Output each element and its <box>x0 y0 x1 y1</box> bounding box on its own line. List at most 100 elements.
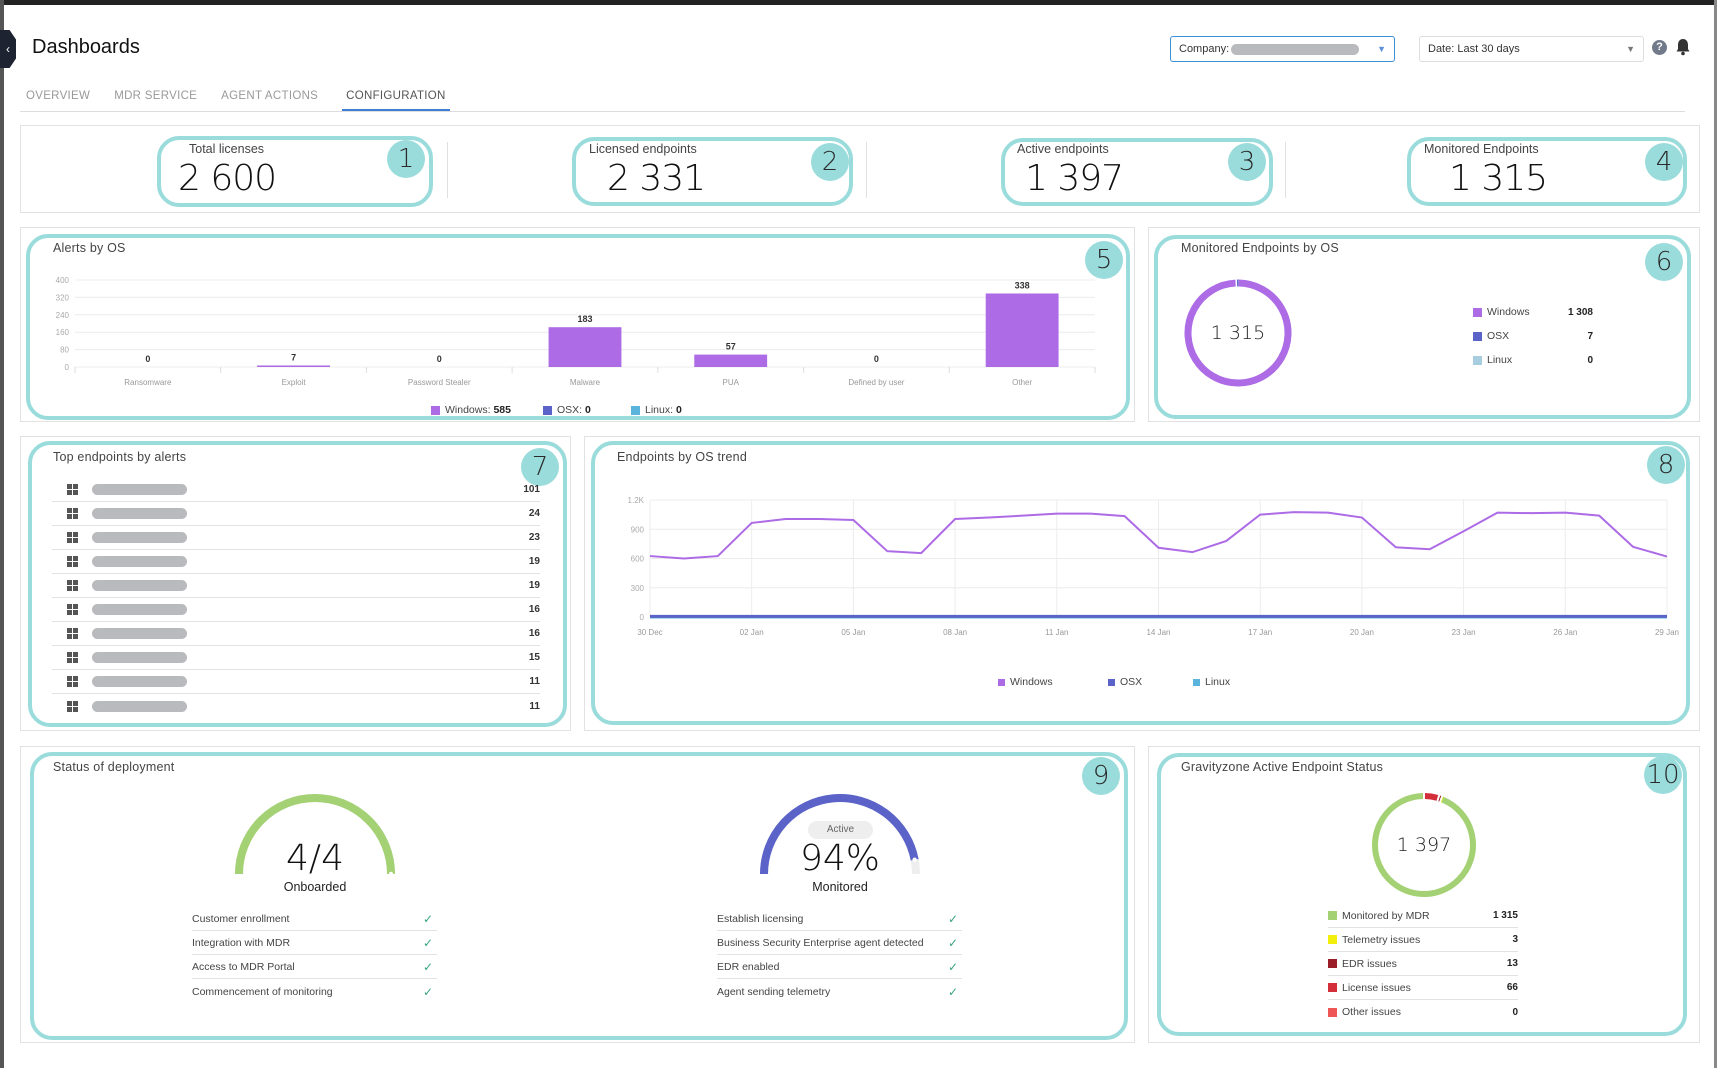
os-trend-title: Endpoints by OS trend <box>617 450 747 464</box>
help-icon[interactable]: ? <box>1652 40 1667 55</box>
endpoint-row[interactable]: 16 <box>52 598 540 622</box>
legend-value: 0 <box>585 404 591 416</box>
windows-icon-pane <box>67 604 72 609</box>
check-icon: ✓ <box>422 936 433 950</box>
windows-icon <box>67 556 78 567</box>
x-tick-label: 26 Jan <box>1553 628 1577 637</box>
legend-value: 1 315 <box>1492 910 1518 921</box>
endpoint-name-redacted[interactable] <box>92 508 187 519</box>
monitored-by-os-title: Monitored Endpoints by OS <box>1181 241 1339 255</box>
legend-value: 0 <box>675 404 682 416</box>
data-label: 0 <box>437 354 442 364</box>
windows-icon-pane <box>73 652 78 657</box>
legend-swatch <box>998 678 1005 686</box>
checklist-item: Access to MDR Portal ✓ <box>192 956 437 979</box>
kpi-value: 2 600 <box>178 158 277 199</box>
endpoint-name-redacted[interactable] <box>92 676 187 687</box>
endpoint-alert-count: 16 <box>528 628 540 639</box>
company-value-redacted <box>1231 43 1360 55</box>
endpoint-name-redacted[interactable] <box>92 652 187 663</box>
endpoint-row[interactable]: 24 <box>52 502 540 526</box>
check-icon: ✓ <box>422 960 433 974</box>
tab-overview[interactable]: OVERVIEW <box>26 86 90 111</box>
annotation-badge: 6 <box>1645 243 1683 281</box>
checklist-label: Agent sending telemetry <box>717 985 831 998</box>
x-tick-label: 29 Jan <box>1655 628 1679 637</box>
annotation-badge: 2 <box>811 143 849 181</box>
alerts-legend-osx: OSX: 0 <box>543 404 591 416</box>
checklist-item: Integration with MDR ✓ <box>192 932 437 955</box>
check-icon: ✓ <box>947 984 958 999</box>
data-label: 0 <box>145 354 150 364</box>
windows-icon-pane <box>73 484 78 489</box>
endpoint-row[interactable]: 101 <box>52 478 540 502</box>
endpoint-alert-count: 101 <box>523 484 540 495</box>
endpoint-row[interactable]: 11 <box>52 694 540 718</box>
endpoint-name-redacted[interactable] <box>92 556 187 567</box>
chevron-down-icon: ▼ <box>1377 44 1386 54</box>
legend-label: OSX: <box>557 404 583 416</box>
bell-icon[interactable] <box>1675 38 1691 56</box>
endpoint-name-redacted[interactable] <box>92 532 187 543</box>
deployment-title: Status of deployment <box>53 760 175 774</box>
windows-icon <box>67 580 78 591</box>
endpoint-row[interactable]: 19 <box>52 550 540 574</box>
endpoint-name-redacted[interactable] <box>92 484 187 495</box>
chevron-left-icon: ‹ <box>6 42 10 56</box>
x-tick-label: 17 Jan <box>1248 628 1272 637</box>
endpoint-row[interactable]: 15 <box>52 646 540 670</box>
os-legend-windows: Windows 1 308 <box>1473 306 1593 318</box>
endpoint-name-redacted[interactable] <box>92 604 187 615</box>
legend-swatch <box>431 405 440 415</box>
checklist-item: EDR enabled ✓ <box>717 956 962 979</box>
legend-value: 0 <box>1587 354 1593 366</box>
date-range-value: Date: Last 30 days <box>1428 43 1520 55</box>
company-select[interactable]: Company: ▼ <box>1170 36 1395 62</box>
page-title: Dashboards <box>32 36 140 58</box>
endpoint-name-redacted[interactable] <box>92 580 187 591</box>
tab-agent-actions[interactable]: AGENT ACTIONS <box>221 86 318 111</box>
windows-icon-pane <box>73 586 78 591</box>
legend-label: Monitored by MDR <box>1342 909 1430 922</box>
tab-mdr-service[interactable]: MDR SERVICE <box>114 86 197 111</box>
tab-divider <box>20 111 1685 112</box>
windows-icon-pane <box>73 610 78 615</box>
windows-icon-pane <box>67 610 72 615</box>
windows-icon-pane <box>73 628 78 633</box>
endpoint-alert-count: 19 <box>528 556 540 567</box>
sidebar-collapse-button[interactable]: ‹ <box>0 30 16 68</box>
endpoint-name-redacted[interactable] <box>92 700 187 712</box>
checklist-label: Establish licensing <box>717 913 804 925</box>
onboarded-value: 4/4 <box>286 838 344 879</box>
check-icon: ✓ <box>947 936 958 950</box>
legend-value: 66 <box>1506 982 1518 993</box>
donut-slice <box>1424 793 1439 801</box>
window-left-border <box>0 0 4 1068</box>
monitored-os-total: 1 315 <box>1210 322 1266 344</box>
tab-configuration[interactable]: CONFIGURATION <box>342 86 450 111</box>
x-tick-label: 08 Jan <box>943 628 967 637</box>
annotation-badge: 8 <box>1647 446 1685 484</box>
y-tick-label: 240 <box>56 311 70 320</box>
windows-icon-pane <box>73 700 78 706</box>
endpoint-row[interactable]: 16 <box>52 622 540 646</box>
windows-icon-pane <box>73 508 78 513</box>
bar <box>985 293 1059 367</box>
kpi-value: 1 397 <box>1025 158 1124 199</box>
windows-icon <box>67 700 78 712</box>
date-range-select[interactable]: Date: Last 30 days ▼ <box>1419 36 1644 62</box>
endpoint-name-redacted[interactable] <box>92 628 187 639</box>
windows-icon-pane <box>67 676 72 681</box>
legend-label: EDR issues <box>1342 957 1397 970</box>
endpoint-row[interactable]: 11 <box>52 670 540 694</box>
x-tick-label: Malware <box>570 378 601 387</box>
kpi-value: 2 331 <box>607 158 706 199</box>
endpoint-row[interactable]: 23 <box>52 526 540 550</box>
annotation-badge: 3 <box>1228 143 1266 181</box>
y-tick-label: 1.2K <box>628 496 645 505</box>
endpoint-row[interactable]: 19 <box>52 574 540 598</box>
windows-icon-pane <box>73 580 78 585</box>
windows-icon-pane <box>73 556 78 561</box>
gz-status-total: 1 397 <box>1396 834 1452 856</box>
windows-icon-pane <box>67 538 72 543</box>
